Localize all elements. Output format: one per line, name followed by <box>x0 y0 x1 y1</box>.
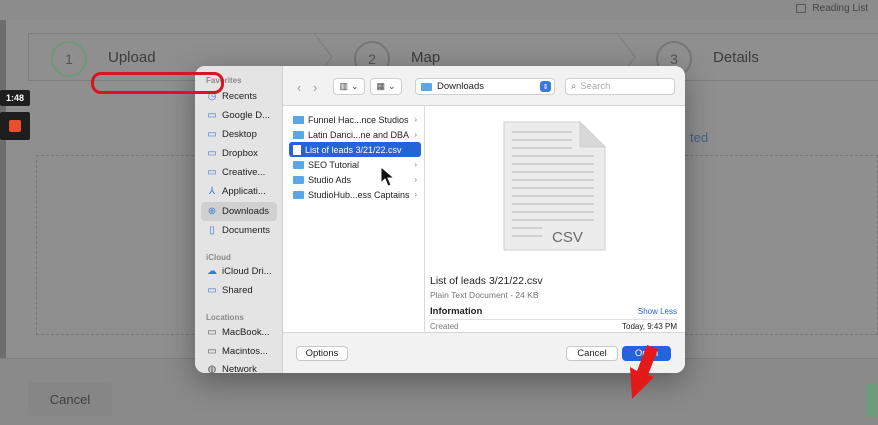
sidebar-item-documents[interactable]: ▯ Documents <box>201 221 277 240</box>
recording-timer: 1:48 <box>0 90 30 106</box>
columns-view-icon: ▥ <box>339 81 348 91</box>
sidebar-item-macbook[interactable]: ▭ MacBook... <box>201 323 277 342</box>
search-icon: ⌕ <box>571 81 577 92</box>
list-item[interactable]: StudioHub...ess Captains › <box>289 187 421 202</box>
chevron-down-icon: ⌄ <box>387 81 396 91</box>
sidebar-item-icloud-drive[interactable]: ☁ iCloud Dri... <box>201 262 277 281</box>
forward-button[interactable]: › <box>313 80 317 95</box>
created-label: Created <box>430 322 459 331</box>
folder-icon <box>421 82 432 91</box>
mouse-cursor-icon <box>380 166 396 187</box>
uploaded-link[interactable]: ted <box>690 130 708 145</box>
stop-icon <box>9 120 21 132</box>
show-less-link[interactable]: Show Less <box>638 307 677 316</box>
list-item[interactable]: SEO Tutorial › <box>289 157 421 172</box>
step-2-label: Map <box>411 49 441 66</box>
folder-icon <box>293 160 304 169</box>
folder-icon: ▭ <box>207 147 217 159</box>
network-icon: ◍ <box>207 363 217 373</box>
list-item[interactable]: Studio Ads › <box>289 172 421 187</box>
chevron-right-icon: › <box>414 190 417 199</box>
stop-recording-button[interactable] <box>0 112 30 140</box>
disk-icon: ▭ <box>207 345 217 357</box>
download-icon: ⊕ <box>207 205 217 217</box>
open-file-dialog: Favorites ◷ Recents ▭ Google D... ▭ Desktop… <box>195 66 685 373</box>
file-list: Funnel Hac...nce Studios › Latin Danci...… <box>283 106 425 332</box>
list-item[interactable]: Latin Danci...ne and DBA › <box>289 127 421 142</box>
search-placeholder: Search <box>580 81 611 92</box>
folder-icon <box>293 130 304 139</box>
created-value: Today, 9:43 PM <box>622 322 677 331</box>
sidebar-item-macintosh-hd[interactable]: ▭ Macintos... <box>201 342 277 361</box>
file-preview-pane: CSV List of leads 3/21/22.csv Plain Text… <box>425 106 685 332</box>
preview-information-header: Information <box>430 306 483 317</box>
group-by-button[interactable]: ▦ ⌄ <box>370 78 402 95</box>
search-input[interactable]: ⌕ Search <box>565 78 675 95</box>
folder-icon <box>293 115 304 124</box>
step-3-label: Details <box>713 49 759 66</box>
preview-file-kind: Plain Text Document - 24 KB <box>430 290 539 300</box>
folder-icon: ▭ <box>207 166 217 178</box>
preview-file-name: List of leads 3/21/22.csv <box>430 275 543 287</box>
icloud-header: iCloud <box>206 253 231 262</box>
document-icon <box>293 144 301 155</box>
reading-list-button[interactable]: Reading List <box>796 3 868 14</box>
cancel-button[interactable]: Cancel <box>566 346 618 361</box>
back-button[interactable]: ‹ <box>297 80 301 95</box>
sidebar-item-shared[interactable]: ▭ Shared <box>201 281 277 300</box>
folder-icon <box>293 190 304 199</box>
sidebar-item-downloads[interactable]: ⊕ Downloads <box>201 202 277 221</box>
reading-list-icon <box>796 4 807 13</box>
dialog-sidebar: Favorites ◷ Recents ▭ Google D... ▭ Desktop… <box>195 66 283 373</box>
chevron-right-icon: › <box>414 175 417 184</box>
step-1-label: Upload <box>108 49 156 66</box>
sidebar-item-network[interactable]: ◍ Network <box>201 360 277 373</box>
desktop-icon: ▭ <box>207 128 217 140</box>
view-mode-button[interactable]: ▥ ⌄ <box>333 78 365 95</box>
csv-icon-label: CSV <box>552 229 583 246</box>
chevron-right-icon: › <box>414 115 417 124</box>
up-down-stepper-icon: ⇕ <box>540 81 551 92</box>
laptop-icon: ▭ <box>207 326 217 338</box>
page-cancel-button[interactable]: Cancel <box>28 382 112 416</box>
reading-list-label: Reading List <box>812 3 868 14</box>
list-item-selected[interactable]: List of leads 3/21/22.csv <box>289 142 421 157</box>
chevron-down-icon: ⌄ <box>350 81 359 91</box>
dialog-toolbar: ‹ › ▥ ⌄ ▦ ⌄ Downloads ⇕ ⌕ Search <box>283 66 685 106</box>
chevron-right-icon: › <box>414 130 417 139</box>
folder-icon <box>293 175 304 184</box>
sidebar-item-creative[interactable]: ▭ Creative... <box>201 163 277 182</box>
sidebar-item-dropbox[interactable]: ▭ Dropbox <box>201 144 277 163</box>
document-icon: ▯ <box>209 224 215 236</box>
sidebar-item-applications[interactable]: ⅄ Applicati... <box>201 182 277 201</box>
selection-highlight-ring <box>91 72 224 94</box>
step-1-circle: 1 <box>51 41 87 77</box>
preview-divider <box>430 319 677 320</box>
location-label: Downloads <box>437 81 484 92</box>
locations-header: Locations <box>206 313 244 322</box>
cloud-icon: ☁ <box>207 265 217 277</box>
chevron-right-icon: › <box>414 160 417 169</box>
options-button[interactable]: Options <box>296 346 348 361</box>
grid-icon: ▦ <box>376 81 385 91</box>
browser-top-bar: Reading List <box>0 0 878 20</box>
sidebar-item-desktop[interactable]: ▭ Desktop <box>201 125 277 144</box>
page-next-button[interactable] <box>866 383 878 417</box>
applications-icon: ⅄ <box>208 185 216 197</box>
csv-file-icon: CSV <box>503 120 607 251</box>
list-item[interactable]: Funnel Hac...nce Studios › <box>289 112 421 127</box>
sidebar-item-google-drive[interactable]: ▭ Google D... <box>201 106 277 125</box>
folder-icon: ▭ <box>207 109 217 121</box>
red-arrow-icon <box>630 345 658 399</box>
location-dropdown[interactable]: Downloads ⇕ <box>415 78 555 95</box>
shared-folder-icon: ▭ <box>207 284 217 296</box>
